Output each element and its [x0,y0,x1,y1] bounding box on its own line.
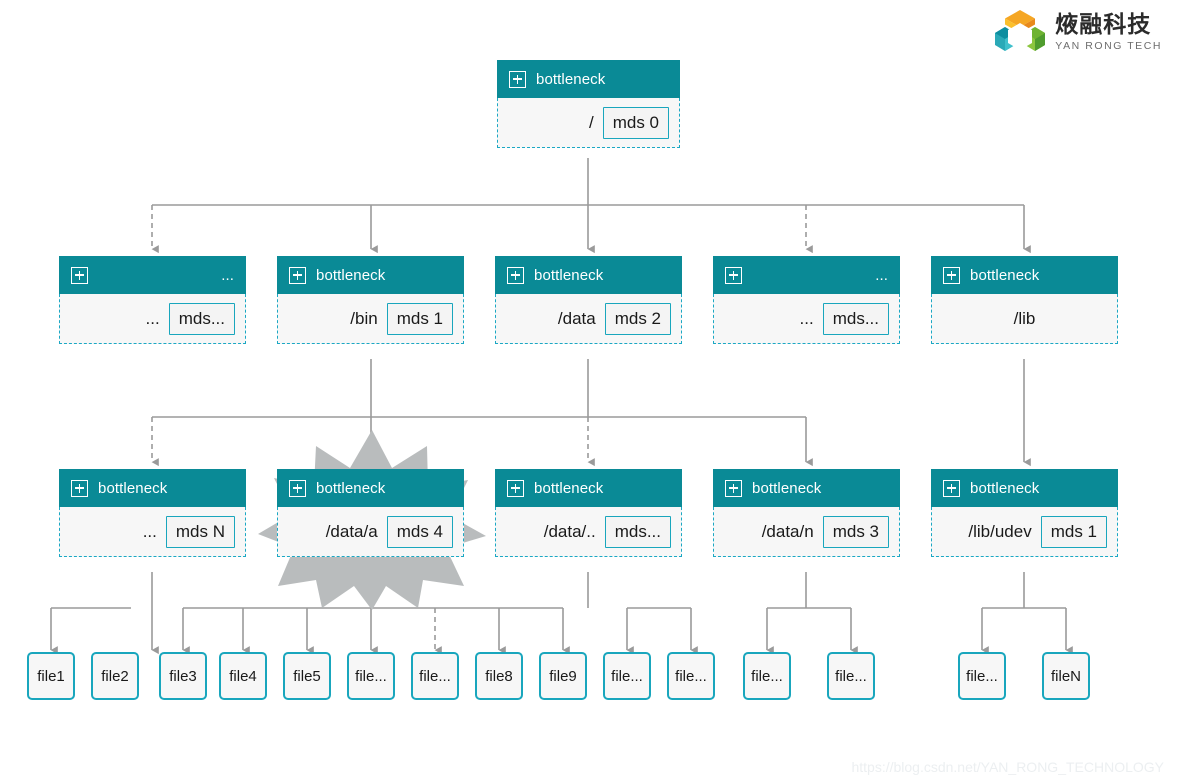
tree-node-data-n[interactable]: bottleneck /data/n mds 3 [713,469,900,557]
node-body: /bin mds 1 [277,294,464,344]
mds-badge[interactable]: mds 2 [604,302,671,335]
node-path: /data/n [761,521,814,541]
node-header-label: bottleneck [316,479,386,497]
node-body: /data mds 2 [495,294,682,344]
watermark-url: https://blog.csdn.net/YAN_RONG_TECHNOLOG… [851,759,1164,775]
node-header-label: bottleneck [970,266,1040,284]
leaf-file[interactable]: file3 [159,652,207,700]
mds-badge[interactable]: mds 4 [386,515,453,548]
node-header[interactable]: bottleneck [277,256,464,294]
tree-node-data-dots[interactable]: bottleneck /data/.. mds... [495,469,682,557]
expand-plus-icon[interactable] [71,479,88,497]
tree-node-ellipsis-right[interactable]: ... ... mds... [713,256,900,344]
node-body: /data/a mds 4 [277,507,464,557]
leaf-file[interactable]: file9 [539,652,587,700]
node-path: /data [557,308,596,328]
node-header[interactable]: ... [59,256,246,294]
node-header-ellipsis: ... [875,266,888,284]
node-header-label: bottleneck [536,70,606,88]
leaf-file[interactable]: fileN [1042,652,1090,700]
mds-badge[interactable]: mds... [822,302,889,335]
node-path: /data/.. [543,521,596,541]
node-body: ... mds... [59,294,246,344]
company-logo: 焲融科技 YAN RONG TECH [994,8,1162,56]
node-body: /lib/udev mds 1 [931,507,1118,557]
leaf-file[interactable]: file... [347,652,395,700]
node-body: /lib [931,294,1118,344]
expand-plus-icon[interactable] [507,479,524,497]
tree-node-lib-udev[interactable]: bottleneck /lib/udev mds 1 [931,469,1118,557]
tree-node-ellipsis-mdsn[interactable]: bottleneck ... mds N [59,469,246,557]
node-header[interactable]: bottleneck [277,469,464,507]
node-path: /bin [350,308,378,328]
mds-badge[interactable]: mds 0 [602,106,669,139]
node-path: /lib/udev [968,521,1032,541]
tree-node-ellipsis-left[interactable]: ... ... mds... [59,256,246,344]
node-header[interactable]: bottleneck [931,469,1118,507]
tree-node-root[interactable]: bottleneck / mds 0 [497,60,680,148]
node-header-label: bottleneck [534,479,604,497]
leaf-file[interactable]: file... [603,652,651,700]
node-header-label: bottleneck [316,266,386,284]
mds-badge[interactable]: mds 1 [1040,515,1107,548]
logo-name-cn: 焲融科技 [1055,10,1152,37]
mds-badge[interactable]: mds... [604,515,671,548]
node-header-label: bottleneck [98,479,168,497]
logo-hexagon-icon [995,10,1046,51]
leaf-file[interactable]: file... [411,652,459,700]
mds-badge[interactable]: mds N [165,515,235,548]
node-header[interactable]: bottleneck [59,469,246,507]
diagram-canvas: bottleneck / mds 0 ... ... mds... bottle… [0,0,1178,783]
leaf-file[interactable]: file2 [91,652,139,700]
node-header[interactable]: bottleneck [931,256,1118,294]
expand-plus-icon[interactable] [507,266,524,284]
node-path: ... [799,308,814,328]
leaf-file[interactable]: file4 [219,652,267,700]
tree-node-bin[interactable]: bottleneck /bin mds 1 [277,256,464,344]
node-header[interactable]: bottleneck [495,256,682,294]
expand-plus-icon[interactable] [509,70,526,88]
leaf-file[interactable]: file... [667,652,715,700]
node-path: /lib [1013,308,1036,328]
node-path: ... [142,521,157,541]
tree-node-data[interactable]: bottleneck /data mds 2 [495,256,682,344]
node-header[interactable]: bottleneck [497,60,680,98]
node-path: /data/a [325,521,378,541]
expand-plus-icon[interactable] [289,479,306,497]
node-header[interactable]: ... [713,256,900,294]
leaf-file[interactable]: file8 [475,652,523,700]
leaf-file[interactable]: file5 [283,652,331,700]
leaf-file[interactable]: file... [958,652,1006,700]
node-header-ellipsis: ... [221,266,234,284]
tree-node-lib[interactable]: bottleneck /lib [931,256,1118,344]
node-header[interactable]: bottleneck [495,469,682,507]
expand-plus-icon[interactable] [725,479,742,497]
leaf-file[interactable]: file... [743,652,791,700]
node-header-label: bottleneck [534,266,604,284]
expand-plus-icon[interactable] [725,266,742,284]
node-body: /data/n mds 3 [713,507,900,557]
mds-badge[interactable]: mds... [168,302,235,335]
node-body: ... mds... [713,294,900,344]
node-body: /data/.. mds... [495,507,682,557]
leaf-file[interactable]: file... [827,652,875,700]
node-header-label: bottleneck [752,479,822,497]
node-body: ... mds N [59,507,246,557]
node-path: / [588,112,594,132]
tree-node-data-a[interactable]: bottleneck /data/a mds 4 [277,469,464,557]
leaf-file[interactable]: file1 [27,652,75,700]
expand-plus-icon[interactable] [943,479,960,497]
expand-plus-icon[interactable] [71,266,88,284]
node-body: / mds 0 [497,98,680,148]
node-header-label: bottleneck [970,479,1040,497]
expand-plus-icon[interactable] [943,266,960,284]
expand-plus-icon[interactable] [289,266,306,284]
logo-name-en: YAN RONG TECH [1055,39,1162,52]
logo-text: 焲融科技 YAN RONG TECH [1055,10,1162,52]
node-header[interactable]: bottleneck [713,469,900,507]
node-path: ... [145,308,160,328]
mds-badge[interactable]: mds 1 [386,302,453,335]
mds-badge[interactable]: mds 3 [822,515,889,548]
